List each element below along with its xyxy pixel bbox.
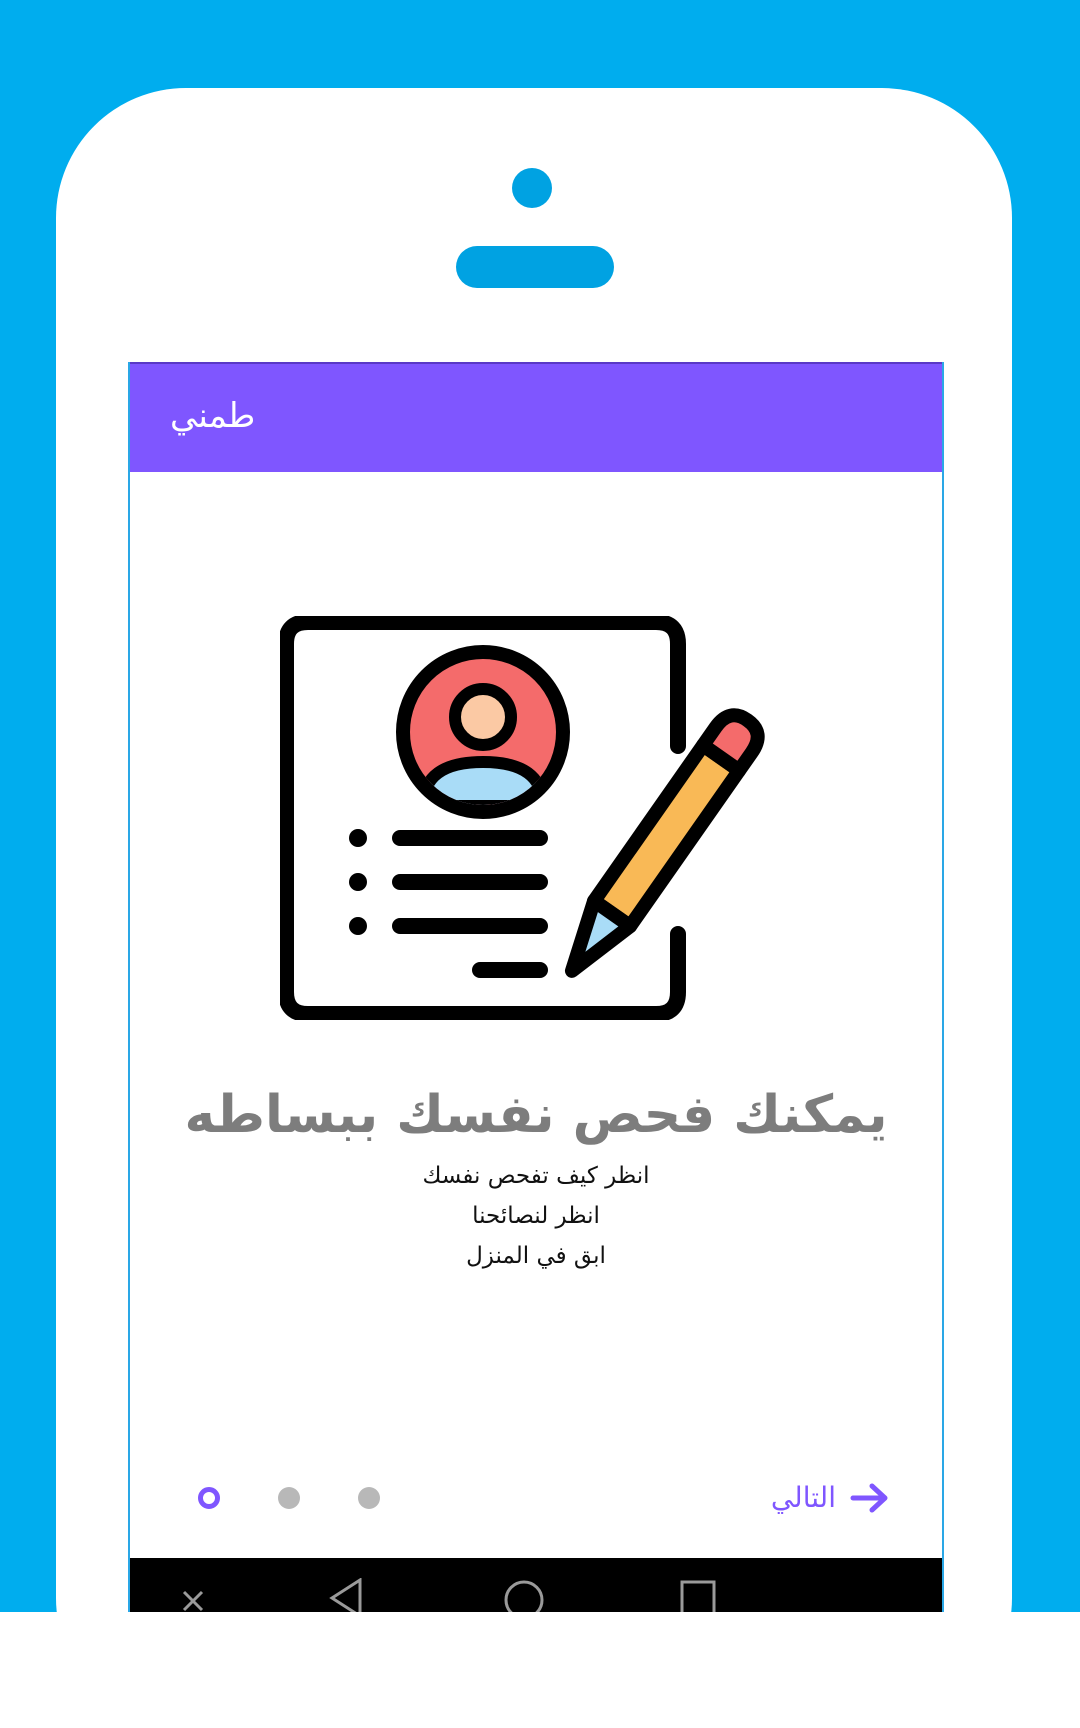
app-title: طمني — [170, 396, 256, 436]
back-icon[interactable] — [326, 1577, 366, 1612]
next-label: التالي — [770, 1481, 836, 1514]
page-dot-active[interactable] — [198, 1487, 220, 1509]
onboarding-headline: يمكنك فحص نفسك ببساطه — [184, 1085, 888, 1145]
page-indicator — [198, 1484, 418, 1512]
document-profile-pencil-icon — [278, 614, 790, 1022]
onboarding-description: انظر كيف تفحص نفسك انظر لنصائحنا ابق في … — [130, 1156, 942, 1276]
app-screen: طمني يمكنك فحص نفسك ببساطه انظر كيف تفحص… — [128, 362, 944, 1612]
page-dot[interactable] — [278, 1487, 300, 1509]
recents-icon[interactable] — [678, 1578, 718, 1612]
app-bar: طمني — [130, 362, 942, 472]
close-icon[interactable] — [178, 1578, 208, 1612]
description-line: انظر لنصائحنا — [472, 1203, 600, 1229]
phone-speaker — [456, 246, 614, 288]
system-nav-bar — [130, 1558, 942, 1612]
arrow-right-icon — [850, 1483, 890, 1513]
next-button[interactable]: التالي — [771, 1478, 890, 1518]
description-line: ابق في المنزل — [466, 1243, 606, 1269]
description-line: انظر كيف تفحص نفسك — [422, 1163, 650, 1189]
home-icon[interactable] — [502, 1578, 546, 1612]
phone-camera — [512, 168, 552, 208]
page-dot[interactable] — [358, 1487, 380, 1509]
